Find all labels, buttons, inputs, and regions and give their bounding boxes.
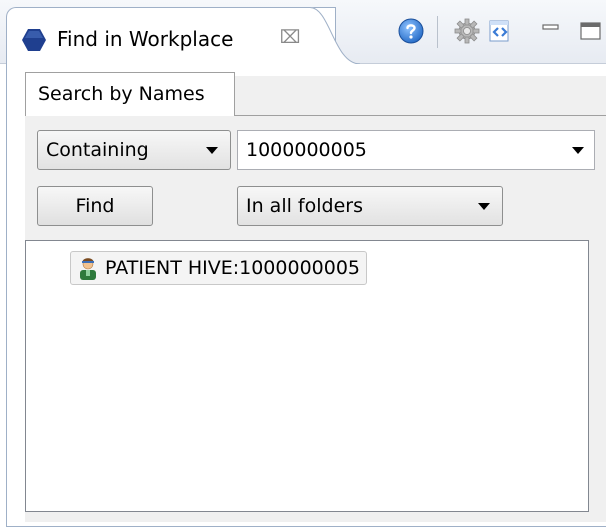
chevron-down-icon [206, 147, 218, 154]
view-title: Find in Workplace [57, 27, 234, 51]
match-mode-value: Containing [46, 139, 149, 161]
result-label: PATIENT HIVE:1000000005 [105, 257, 361, 279]
tab-search-by-names[interactable]: Search by Names [25, 72, 235, 117]
results-tree[interactable]: PATIENT HIVE:1000000005 [25, 240, 589, 512]
close-icon[interactable]: ⌧ [279, 26, 301, 50]
chevron-down-icon [572, 147, 584, 154]
search-query-combo[interactable]: 1000000005 [237, 130, 595, 170]
search-tabbar: Search by Names [25, 72, 606, 117]
scope-dropdown[interactable]: In all folders [237, 186, 503, 226]
gear-icon[interactable] [452, 16, 482, 46]
scope-value: In all folders [246, 195, 363, 217]
patient-icon [80, 258, 96, 280]
link-icon[interactable] [486, 16, 516, 46]
chevron-down-icon [478, 203, 490, 210]
result-item[interactable]: PATIENT HIVE:1000000005 [70, 251, 368, 285]
find-button[interactable]: Find [37, 186, 153, 226]
find-view-content: Search by Names Containing 1000000005 Fi… [6, 64, 606, 527]
view-tab[interactable]: Find in Workplace ⌧ [6, 7, 336, 65]
search-query-value: 1000000005 [246, 139, 367, 161]
toolbar-separator [437, 16, 438, 48]
help-icon[interactable] [396, 16, 426, 46]
view-header: Find in Workplace ⌧ [0, 0, 606, 65]
maximize-icon[interactable] [580, 22, 602, 40]
search-panel: Containing 1000000005 Find In all folder… [25, 116, 606, 522]
view-hexagon-icon [22, 29, 46, 51]
match-mode-dropdown[interactable]: Containing [37, 130, 231, 170]
minimize-icon[interactable] [542, 22, 560, 40]
